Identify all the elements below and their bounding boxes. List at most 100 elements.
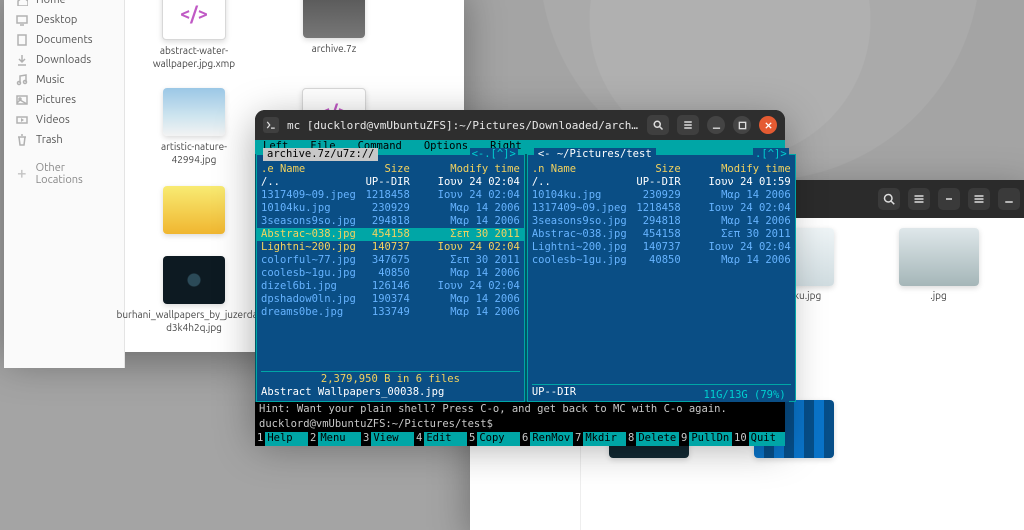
mc-prompt[interactable]: ducklord@vmUbuntuZFS:~/Pictures/test$ — [255, 418, 785, 432]
desktop-icon — [16, 14, 28, 26]
mc-row[interactable]: 3seasons9so.jpg294818Μαρ 14 2006 — [257, 215, 524, 228]
file-thumbnail — [899, 228, 979, 286]
terminal-title: mc [ducklord@vmUbuntuZFS]:~/Pictures/Dow… — [287, 119, 639, 132]
mc-left-panel[interactable]: archive.7z/u7z:// <-.[^]> .e NameSizeMod… — [256, 154, 525, 402]
mc-disk-usage: 11G/13G (79%) — [700, 389, 788, 402]
window-min-button[interactable] — [998, 188, 1020, 210]
view-toggle-button[interactable] — [938, 188, 960, 210]
sidebar-item-label: Music — [36, 74, 64, 86]
file-name: burhani_wallpapers_by_juzerdana-d3k4h2q.… — [116, 308, 271, 334]
terminal-icon — [263, 117, 279, 133]
sidebar-item-label: Downloads — [36, 54, 91, 66]
mc-left-path: archive.7z/u7z:// — [263, 148, 378, 161]
home-icon — [16, 0, 28, 6]
col-size: Size — [627, 163, 681, 176]
mc-fkey-6[interactable]: 6RenMov — [520, 432, 573, 446]
mc-left-mini: Abstract Wallpapers_00038.jpg — [261, 386, 520, 399]
mc-row[interactable]: dreams0be.jpg133749Μαρ 14 2006 — [257, 306, 524, 319]
mc-row[interactable]: 10104ku.jpg230929Μαρ 14 2006 — [528, 189, 795, 202]
file-thumbnail — [163, 256, 225, 304]
sidebar-item-other-locations[interactable]: Other Locations — [4, 158, 124, 190]
mc-right-panel[interactable]: <- ~/Pictures/test .[^]> .n NameSizeModi… — [527, 154, 796, 402]
file-item[interactable] — [139, 186, 249, 238]
file-item[interactable]: .jpg — [891, 228, 986, 360]
mc-row[interactable]: /..UP--DIRIουν 24 02:04 — [257, 176, 524, 189]
mc-fkey-5[interactable]: 5Copy — [467, 432, 520, 446]
sidebar-item-home[interactable]: Home — [4, 0, 124, 10]
window-minimize-button[interactable] — [707, 116, 725, 134]
file-item[interactable]: burhani_wallpapers_by_juzerdana-d3k4h2q.… — [139, 256, 249, 334]
col-mtime: Modify time — [681, 163, 791, 176]
mc-fkeys[interactable]: 1Help2Menu3View4Edit5Copy6RenMov7Mkdir8D… — [255, 432, 785, 446]
window-close-button[interactable] — [759, 116, 777, 134]
sidebar-item-music[interactable]: Music — [4, 70, 124, 90]
mc-row[interactable]: 1317409~09.jpeg1218458Iουν 24 02:04 — [257, 189, 524, 202]
mc-fkey-9[interactable]: 9PullDn — [679, 432, 732, 446]
file-thumbnail — [163, 186, 225, 234]
sidebar-item-pictures[interactable]: Pictures — [4, 90, 124, 110]
file-name: abstract-water-wallpaper.jpg.xmp — [139, 44, 249, 70]
sidebar-item-documents[interactable]: Documents — [4, 30, 124, 50]
plus-icon — [16, 168, 28, 180]
file-name: .jpg — [930, 290, 947, 301]
downloads-icon — [16, 54, 28, 66]
terminal-search-button[interactable] — [647, 115, 669, 135]
file-item[interactable]: </> abstract-water-wallpaper.jpg.xmp — [139, 0, 249, 70]
terminal-window: mc [ducklord@vmUbuntuZFS]:~/Pictures/Dow… — [255, 110, 785, 436]
terminal-menu-button[interactable] — [677, 115, 699, 135]
file-name: artistic-nature-42994.jpg — [139, 140, 249, 166]
col-name: .e Name — [261, 163, 356, 176]
file-name: archive.7z — [312, 42, 357, 55]
view-list-button[interactable] — [908, 188, 930, 210]
sidebar-item-desktop[interactable]: Desktop — [4, 10, 124, 30]
sidebar-item-label: Pictures — [36, 94, 76, 106]
mc-fkey-4[interactable]: 4Edit — [414, 432, 467, 446]
mc-row[interactable]: coolesb~1gu.jpg40850Μαρ 14 2006 — [528, 254, 795, 267]
mc-right-path: <- ~/Pictures/test — [534, 148, 656, 161]
sidebar-item-label: Other Locations — [36, 162, 112, 186]
mc-row[interactable]: /..UP--DIRIουν 24 01:59 — [528, 176, 795, 189]
file-item[interactable]: archive.7z — [279, 0, 389, 70]
sidebar-item-label: Documents — [36, 34, 93, 46]
sidebar-item-trash[interactable]: Trash — [4, 130, 124, 150]
mc-row[interactable]: 10104ku.jpg230929Μαρ 14 2006 — [257, 202, 524, 215]
mc-row[interactable]: 3seasons9so.jpg294818Μαρ 14 2006 — [528, 215, 795, 228]
menu-button[interactable] — [968, 188, 990, 210]
mc-fkey-8[interactable]: 8Delete — [626, 432, 679, 446]
col-size: Size — [356, 163, 410, 176]
sidebar-item-label: Trash — [36, 134, 63, 146]
mc-menu-options[interactable]: Options — [420, 140, 472, 154]
mc-right-updir-marker: .[^]> — [753, 148, 789, 161]
pictures-icon — [16, 94, 28, 106]
mc-row[interactable]: Lightni~200.jpg140737Iουν 24 02:04 — [528, 241, 795, 254]
terminal-titlebar[interactable]: mc [ducklord@vmUbuntuZFS]:~/Pictures/Dow… — [255, 110, 785, 140]
col-mtime: Modify time — [410, 163, 520, 176]
sidebar-item-videos[interactable]: Videos — [4, 110, 124, 130]
files-sidebar: Home Desktop Documents Downloads Music P… — [4, 0, 125, 368]
mc-fkey-3[interactable]: 3View — [361, 432, 414, 446]
mc-row[interactable]: Abstrac~038.jpg454158Σεπ 30 2011 — [528, 228, 795, 241]
mc-row[interactable]: Abstrac~038.jpg454158Σεπ 30 2011 — [257, 228, 524, 241]
mc-row[interactable]: dpshadow0ln.jpg190374Μαρ 14 2006 — [257, 293, 524, 306]
mc-row[interactable]: Lightni~200.jpg140737Iουν 24 02:04 — [257, 241, 524, 254]
mc-row[interactable]: 1317409~09.jpeg1218458Iουν 24 02:04 — [528, 202, 795, 215]
mc-row[interactable]: coolesb~1gu.jpg40850Μαρ 14 2006 — [257, 267, 524, 280]
mc-fkey-10[interactable]: 10Quit — [732, 432, 785, 446]
mc-row[interactable]: dizel6bi.jpg126146Iουν 24 02:04 — [257, 280, 524, 293]
mc-body: LeftFileCommandOptionsRight archive.7z/u… — [255, 140, 785, 436]
mc-left-updir-marker: <-.[^]> — [470, 148, 518, 161]
search-button[interactable] — [878, 188, 900, 210]
trash-icon — [16, 134, 28, 146]
mc-fkey-1[interactable]: 1Help — [255, 432, 308, 446]
mc-fkey-7[interactable]: 7Mkdir — [573, 432, 626, 446]
mc-row[interactable]: colorful~77.jpg347675Σεπ 30 2011 — [257, 254, 524, 267]
file-thumbnail: </> — [162, 0, 226, 40]
sidebar-item-label: Desktop — [36, 14, 77, 26]
file-item[interactable]: artistic-nature-42994.jpg — [139, 88, 249, 168]
sidebar-item-downloads[interactable]: Downloads — [4, 50, 124, 70]
documents-icon — [16, 34, 28, 46]
mc-fkey-2[interactable]: 2Menu — [308, 432, 361, 446]
file-thumbnail — [163, 88, 225, 136]
window-maximize-button[interactable] — [733, 116, 751, 134]
mc-left-summary: 2,379,950 B in 6 files — [261, 373, 520, 386]
